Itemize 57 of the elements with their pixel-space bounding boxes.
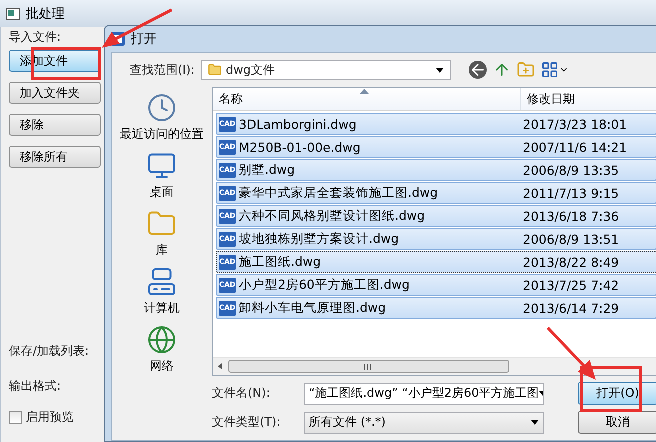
dropdown-arrow-icon (436, 68, 444, 72)
preview-label: 启用预览 (26, 409, 74, 426)
file-name: 3DLamborgini.dwg (239, 116, 357, 132)
window-title: 批处理 (26, 6, 65, 22)
window-icon (6, 8, 20, 20)
column-header[interactable]: 修改日期 (521, 88, 656, 110)
globe-icon (147, 325, 177, 355)
dialog-title: 打开 (131, 31, 157, 48)
file-date: 2017/3/23 18:01 (522, 116, 628, 132)
computer-icon (147, 267, 177, 297)
side-button[interactable]: 加入文件夹 (9, 82, 101, 104)
place-item[interactable]: 桌面 (147, 151, 177, 201)
file-date: 2006/8/9 13:51 (522, 232, 620, 246)
save-list-label: 保存/加载列表: (9, 343, 90, 360)
file-type-dropdown[interactable]: 所有文件 (*.*) (304, 412, 544, 434)
sort-arrow-icon (360, 89, 370, 94)
pointer-arrow (548, 328, 598, 380)
open-button[interactable]: 打开(O) (578, 382, 656, 405)
place-item[interactable]: 库 (147, 209, 177, 259)
look-in-label: 查找范围(I): (130, 62, 195, 78)
file-date: 2013/6/18 7:36 (522, 208, 620, 224)
monitor-icon (147, 151, 177, 181)
file-name: 六种不同风格别墅设计图纸.dwg (239, 208, 426, 224)
file-type-label: 文件类型(T): (212, 414, 282, 431)
file-date: 2007/11/6 14:21 (522, 140, 628, 154)
preview-checkbox[interactable] (9, 411, 22, 424)
file-name: 坡地独栋别墅方案设计.dwg (239, 230, 400, 248)
dropdown-arrow-icon[interactable] (531, 420, 539, 425)
place-item[interactable]: 最近访问的位置 (120, 93, 204, 143)
cancel-button[interactable]: 取消 (578, 411, 656, 434)
file-date: 2013/6/14 7:29 (522, 300, 620, 316)
file-date: 2013/8/22 8:49 (522, 254, 620, 270)
file-name: 施工图纸.dwg (239, 254, 322, 270)
file-name: 小户型2房60平方施工图.dwg (239, 276, 410, 294)
highlight-frame (31, 47, 101, 80)
file-date: 2013/7/25 7:42 (522, 278, 620, 292)
file-date: 2006/8/9 13:35 (522, 162, 620, 178)
clock-icon (147, 93, 177, 123)
file-name: 卸料小车电气原理图.dwg (239, 300, 386, 316)
file-name: 豪华中式家居全套装饰施工图.dwg (239, 184, 438, 202)
pointer-arrow (100, 10, 172, 50)
file-name-field[interactable]: “施工图纸.dwg” “小户型2房60平方施工图 (304, 382, 544, 404)
look-in-dropdown[interactable]: dwg文件 (200, 60, 451, 80)
place-item[interactable]: 网络 (147, 325, 177, 375)
view-menu-icon[interactable] (540, 61, 569, 79)
file-date: 2011/7/13 9:15 (522, 186, 620, 200)
file-name-label: 文件名(N): (212, 385, 272, 402)
import-label: 导入文件: (9, 29, 62, 46)
file-name: 别墅.dwg (239, 162, 296, 178)
column-header[interactable]: 名称 (213, 88, 521, 110)
place-item[interactable]: 计算机 (144, 267, 180, 317)
output-format-label: 输出格式: (9, 378, 62, 395)
folder-icon (208, 63, 222, 77)
back-icon[interactable] (468, 61, 487, 79)
side-button[interactable]: 移除所有 (9, 146, 101, 168)
side-button[interactable]: 移除 (9, 114, 101, 136)
file-name: M250B-01-00e.dwg (239, 140, 361, 154)
